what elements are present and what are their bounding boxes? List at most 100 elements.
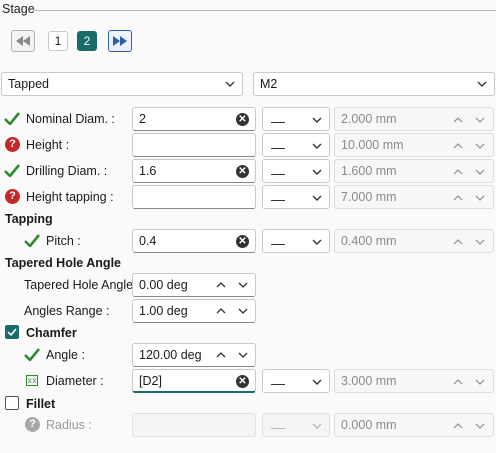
tapered-angle-value: 0.00 deg [139,278,188,292]
checkmark-icon [7,328,17,337]
fillet-radius-unit-select[interactable] [262,413,330,437]
chevron-down-icon[interactable] [474,420,486,432]
chevron-up-icon[interactable] [215,279,227,291]
drilling-unit-select[interactable] [262,159,330,183]
chevron-down-icon [312,169,322,175]
unit-placeholder [271,200,285,201]
chevron-up-icon[interactable] [452,236,464,248]
chamfer-diameter-value: [D2] [139,373,162,388]
chevron-down-icon [312,195,322,201]
fillet-radius-input[interactable] [132,413,256,437]
height-tapping-unit-select[interactable] [262,185,330,209]
tapered-angle-input[interactable]: 0.00 deg [132,273,256,297]
tapered-angle-label: Tapered Hole Angle [24,278,134,292]
thread-select[interactable]: M2 [253,72,495,96]
nominal-diam-value: 2 [139,112,146,126]
pitch-input[interactable]: 0.4 ✕ [132,229,256,253]
pitch-label: Pitch : [46,234,81,248]
angles-range-value: 1.00 deg [139,304,188,318]
chevron-up-icon[interactable] [452,114,464,126]
chevron-down-icon [312,117,322,123]
first-page-button[interactable] [11,30,35,52]
error-icon: ? [25,417,40,432]
hole-type-value: Tapped [8,77,50,91]
tapered-heading: Tapered Hole Angle [5,256,121,270]
page-button-1[interactable]: 1 [48,31,68,51]
chamfer-angle-input[interactable]: 120.00 deg [132,343,256,367]
chevron-up-icon[interactable] [452,420,464,432]
chevron-up-icon[interactable] [452,166,464,178]
unit-placeholder [271,244,285,245]
last-page-button[interactable] [108,30,132,52]
chevron-up-icon[interactable] [215,349,227,361]
nominal-computed-value: 2.000 mm [341,112,397,126]
drilling-computed: 1.600 mm [334,159,494,183]
fast-forward-icon [113,36,127,46]
rewind-icon [16,36,30,46]
chamfer-angle-label: Angle : [46,348,85,362]
check-icon [24,234,40,247]
chevron-down-icon [312,143,322,149]
chamfer-heading: Chamfer [26,326,77,340]
error-icon: ? [5,189,20,204]
chevron-down-icon[interactable] [474,140,486,152]
fillet-radius-label: Radius : [46,418,92,432]
formula-icon: xx [26,375,38,386]
height-tapping-computed-value: 7.000 mm [341,190,397,204]
clear-icon[interactable]: ✕ [236,375,249,388]
stage-title: Stage [2,2,35,16]
nominal-computed: 2.000 mm [334,107,494,131]
stage-divider [34,10,496,11]
clear-icon[interactable]: ✕ [236,165,249,178]
chamfer-checkbox[interactable] [5,325,19,339]
angles-range-label: Angles Range : [24,304,110,318]
chevron-down-icon[interactable] [474,236,486,248]
chevron-down-icon[interactable] [474,114,486,126]
chevron-up-icon[interactable] [452,376,464,388]
chamfer-diameter-unit-select[interactable] [262,369,330,393]
chevron-down-icon[interactable] [474,166,486,178]
chamfer-diameter-input[interactable]: [D2] ✕ [132,369,256,393]
unit-placeholder [271,428,285,429]
unit-placeholder [271,148,285,149]
height-tapping-computed: 7.000 mm [334,185,494,209]
chevron-up-icon[interactable] [215,305,227,317]
drilling-diam-input[interactable]: 1.6 ✕ [132,159,256,183]
height-input[interactable] [132,133,256,157]
check-icon [4,112,20,125]
unit-placeholder [271,122,285,123]
drilling-diam-value: 1.6 [139,164,157,178]
clear-icon[interactable]: ✕ [236,235,249,248]
check-icon [4,164,20,177]
nominal-unit-select[interactable] [262,107,330,131]
height-tapping-label: Height tapping : [26,190,114,204]
chevron-down-icon[interactable] [474,376,486,388]
chevron-down-icon[interactable] [237,349,249,361]
drilling-computed-value: 1.600 mm [341,164,397,178]
drilling-diam-label: Drilling Diam. : [26,164,108,178]
chevron-down-icon[interactable] [237,305,249,317]
chamfer-diameter-label: Diameter : [46,374,104,388]
height-tapping-input[interactable] [132,185,256,209]
chevron-down-icon [312,379,322,385]
height-unit-select[interactable] [262,133,330,157]
chevron-down-icon[interactable] [237,279,249,291]
clear-icon[interactable]: ✕ [236,113,249,126]
angles-range-input[interactable]: 1.00 deg [132,299,256,323]
page-button-2[interactable]: 2 [77,31,97,51]
fillet-checkbox[interactable] [5,396,19,410]
pitch-computed-value: 0.400 mm [341,234,397,248]
height-computed: 10.000 mm [334,133,494,157]
hole-type-select[interactable]: Tapped [1,72,243,96]
pitch-value: 0.4 [139,234,157,248]
chevron-up-icon[interactable] [452,140,464,152]
nominal-diam-input[interactable]: 2 ✕ [132,107,256,131]
fillet-radius-computed: 0.000 mm [334,413,494,437]
chamfer-angle-value: 120.00 deg [139,348,202,362]
chevron-down-icon [312,239,322,245]
chevron-up-icon[interactable] [452,192,464,204]
chevron-down-icon[interactable] [474,192,486,204]
pitch-unit-select[interactable] [262,229,330,253]
chamfer-diameter-computed: 3.000 mm [334,369,494,393]
chevron-down-icon [477,81,487,87]
